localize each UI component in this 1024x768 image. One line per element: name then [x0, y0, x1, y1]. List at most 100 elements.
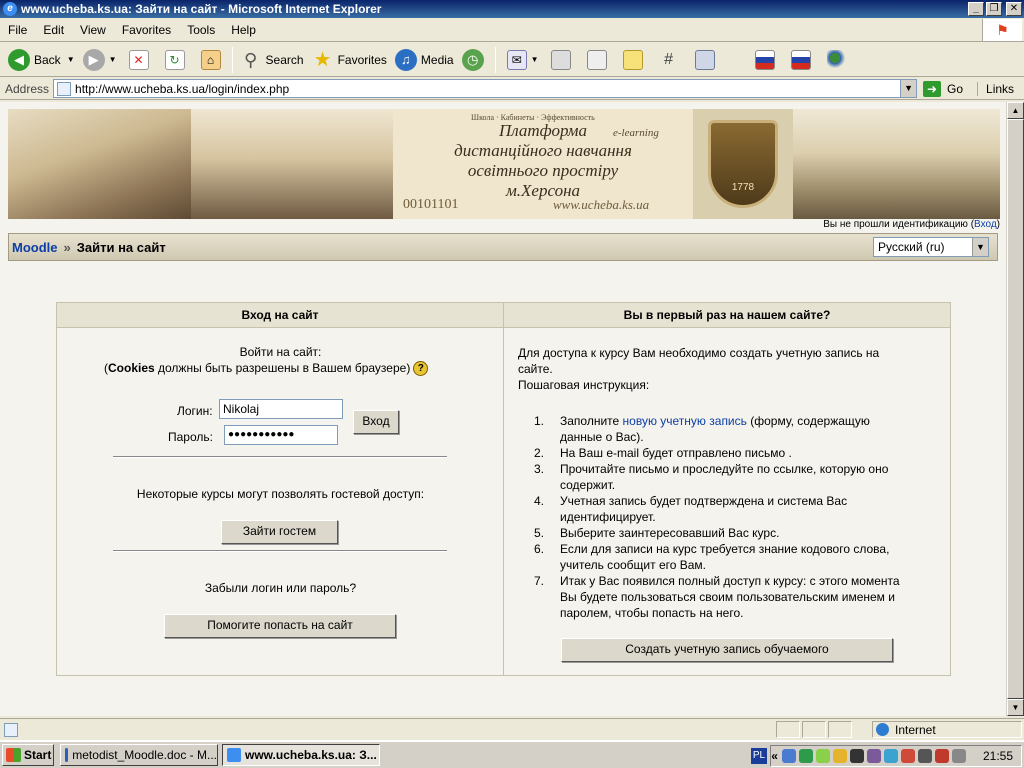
- translate-ua-button[interactable]: [783, 46, 819, 74]
- step-text: (форму, содержащую: [746, 414, 870, 428]
- address-input[interactable]: http://www.ucheba.ks.ua/login/index.php …: [53, 79, 918, 98]
- login-status-link[interactable]: Вход: [974, 219, 997, 230]
- login-button[interactable]: Вход: [353, 410, 399, 434]
- mail-dropdown-icon[interactable]: ▼: [531, 55, 539, 64]
- scroll-up-icon[interactable]: ▲: [1007, 102, 1024, 119]
- new-account-link[interactable]: новую учетную запись: [623, 414, 747, 428]
- media-button[interactable]: ♫ Media: [391, 46, 458, 74]
- create-account-button[interactable]: Создать учетную запись обучаемого: [561, 638, 893, 662]
- divider: [113, 456, 447, 458]
- maximize-button[interactable]: ❐: [986, 2, 1002, 16]
- tray-messenger-icon[interactable]: [798, 749, 813, 763]
- start-button[interactable]: Start: [2, 744, 54, 766]
- scrollbar-thumb[interactable]: [1007, 119, 1024, 699]
- step-text: данные о Вас).: [560, 430, 644, 444]
- translate-ru-button[interactable]: [747, 46, 783, 74]
- clock[interactable]: 21:55: [983, 749, 1013, 763]
- step-number: 6.: [534, 542, 545, 556]
- step-number: 4.: [534, 494, 545, 508]
- coat-of-arms-icon: 1778: [708, 120, 778, 208]
- menu-tools[interactable]: Tools: [179, 23, 223, 37]
- research-button[interactable]: [687, 46, 723, 74]
- home-button[interactable]: ⌂: [193, 46, 229, 74]
- favorites-button[interactable]: ★ Favorites: [308, 46, 391, 74]
- messenger-people-button[interactable]: [819, 46, 855, 74]
- address-dropdown-icon[interactable]: ▼: [900, 80, 917, 97]
- language-indicator[interactable]: PL: [751, 748, 767, 764]
- username-input[interactable]: Nikolaj: [219, 399, 343, 419]
- signup-box: Вы в первый раз на нашем сайте? Для дост…: [504, 303, 950, 675]
- language-select[interactable]: Русский (ru) ▼: [873, 237, 989, 257]
- forward-button[interactable]: ▶ ▼: [79, 46, 121, 74]
- stop-button[interactable]: ✕: [121, 46, 157, 74]
- search-button[interactable]: ⚲ Search: [236, 46, 308, 74]
- menu-view[interactable]: View: [72, 23, 114, 37]
- back-dropdown-icon[interactable]: ▼: [67, 55, 75, 64]
- breadcrumb-current: Зайти на сайт: [76, 239, 166, 255]
- links-button[interactable]: Links: [977, 81, 1014, 96]
- step-text: Учетная запись будет подтверждена и сист…: [560, 494, 848, 508]
- security-zone: Internet: [872, 721, 1022, 738]
- star-icon: ★: [313, 48, 332, 71]
- discuss-button[interactable]: [615, 46, 651, 74]
- globe-icon: [876, 723, 889, 736]
- language-dropdown-icon[interactable]: ▼: [972, 238, 988, 256]
- stop-icon: ✕: [128, 49, 149, 70]
- tray-update-icon[interactable]: [934, 749, 949, 763]
- tray-network-icon[interactable]: [781, 749, 796, 763]
- close-button[interactable]: ✕: [1006, 2, 1022, 16]
- taskbar-item-ie[interactable]: www.ucheba.ks.ua: З...: [222, 744, 380, 766]
- signup-intro-line-1: Для доступа к курсу Вам необходимо созда…: [518, 346, 880, 360]
- edit-button[interactable]: [579, 46, 615, 74]
- password-input[interactable]: ●●●●●●●●●●●: [224, 425, 338, 445]
- print-button[interactable]: [543, 46, 579, 74]
- step-text: паролем, чтобы попасть на него.: [560, 606, 744, 620]
- breadcrumb-home-link[interactable]: Moodle: [12, 240, 58, 255]
- menu-file[interactable]: File: [0, 23, 35, 37]
- forward-dropdown-icon[interactable]: ▼: [109, 55, 117, 64]
- address-label: Address: [5, 81, 50, 96]
- minimize-button[interactable]: _: [968, 2, 984, 16]
- breadcrumb-separator: »: [63, 239, 71, 255]
- tray-expand-icon[interactable]: «: [771, 749, 778, 763]
- back-label: Back: [34, 52, 61, 67]
- print-icon: [550, 49, 571, 70]
- signup-steps-list: 1. Заполните новую учетную запись (форму,…: [518, 413, 948, 621]
- toolbar-separator: [231, 46, 233, 73]
- signup-step: 2. На Ваш e-mail будет отправлено письмо …: [518, 445, 948, 461]
- tray-alert-icon[interactable]: [900, 749, 915, 763]
- toolbar: ◀ Back ▼ ▶ ▼ ✕ ↻ ⌂ ⚲ Search ★ Favorites …: [0, 43, 1024, 77]
- tray-printer-icon[interactable]: [866, 749, 881, 763]
- refresh-button[interactable]: ↻: [157, 46, 193, 74]
- messenger-button[interactable]: #: [651, 46, 687, 74]
- login-status: Вы не прошли идентификацию (Вход): [823, 219, 1000, 230]
- banner-photo-building: [8, 109, 191, 219]
- tray-security-icon[interactable]: [832, 749, 847, 763]
- help-icon[interactable]: ?: [413, 361, 429, 377]
- tray-panda-icon[interactable]: [849, 749, 864, 763]
- banner-photo-monument: [191, 109, 393, 219]
- tray-misc-icon[interactable]: [951, 749, 966, 763]
- coat-of-arms-year: 1778: [731, 182, 755, 193]
- back-button[interactable]: ◀ Back ▼: [4, 46, 79, 74]
- tray-speaker-icon[interactable]: [917, 749, 932, 763]
- menu-help[interactable]: Help: [223, 23, 264, 37]
- step-text: Итак у Вас появился полный доступ к курс…: [560, 574, 900, 588]
- step-text: содержит.: [560, 478, 616, 492]
- tray-antivirus-icon[interactable]: [815, 749, 830, 763]
- menu-favorites[interactable]: Favorites: [114, 23, 179, 37]
- tray-people-icon[interactable]: [883, 749, 898, 763]
- guest-login-button[interactable]: Зайти гостем: [221, 520, 338, 544]
- forgot-password-button[interactable]: Помогите попасть на сайт: [164, 614, 396, 638]
- vertical-scrollbar[interactable]: ▲ ▼: [1006, 102, 1024, 716]
- step-text: На Ваш e-mail будет отправлено письмо .: [560, 446, 792, 460]
- scroll-down-icon[interactable]: ▼: [1007, 699, 1024, 716]
- page-content: Школа · Кабинеты · Эффективность e-learn…: [0, 102, 1006, 716]
- menu-edit[interactable]: Edit: [35, 23, 72, 37]
- back-arrow-icon: ◀: [8, 48, 30, 71]
- mail-button[interactable]: ✉ ▼: [499, 46, 543, 74]
- history-button[interactable]: ◷: [458, 46, 492, 74]
- go-button[interactable]: ➜ Go: [923, 80, 963, 97]
- step-text: учитель сообщит его Вам.: [560, 558, 706, 572]
- taskbar-item-word[interactable]: metodist_Moodle.doc - M...: [60, 744, 218, 766]
